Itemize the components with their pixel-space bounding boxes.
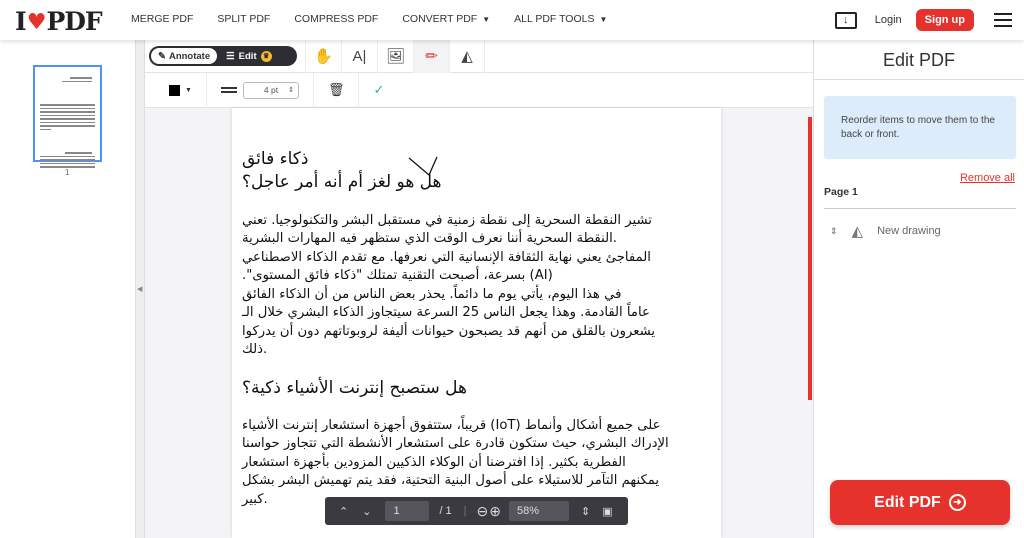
doc-paragraph-line: .النقطة السحرية أننا نعرف الوقت الذي ستظ… (242, 231, 617, 246)
caret-down-icon: ▼ (482, 15, 491, 24)
fit-height-icon[interactable]: ⇕ (581, 505, 590, 518)
text-tool-icon[interactable]: A| (341, 39, 377, 73)
shapes-tool-icon[interactable]: ◭ (449, 39, 485, 73)
caret-down-icon: ▼ (185, 86, 192, 94)
nav-compress-pdf[interactable]: COMPRESS PDF (294, 13, 378, 25)
edit-pdf-button[interactable]: Edit PDF ➜ (830, 480, 1010, 525)
doc-paragraph-line: الإدراك البشري، حيث ستكون قادرة على استش… (242, 436, 669, 451)
nav-convert-label: CONVERT PDF (402, 13, 478, 25)
drawn-stroke[interactable] (407, 153, 467, 193)
zoom-level-input[interactable]: 58% (509, 501, 569, 521)
page-thumbnails-sidebar: 1 (0, 40, 136, 538)
stepper-icon[interactable]: ⇕ (288, 86, 294, 94)
doc-paragraph-line: عاماً القادمة. وهذا يجعل الناس 25 السرعة… (242, 305, 650, 320)
edit-pdf-button-label: Edit PDF (874, 493, 941, 511)
shapes-icon: ◭ (851, 223, 864, 240)
zoom-out-icon[interactable]: ⊖ (477, 503, 489, 520)
pdf-page[interactable]: ذكاء فائق هل هو لغز أم أنه أمر عاجل؟ تشي… (232, 108, 721, 538)
confirm-check-icon[interactable]: ✓ (359, 73, 398, 108)
edit-mode-button[interactable]: ☰ Edit ♛ (218, 50, 272, 62)
drawing-options-toolbar: ▼ 4 pt ⇕ 🗑 ✓ (145, 72, 813, 108)
main-nav: MERGE PDF SPLIT PDF COMPRESS PDF CONVERT… (131, 13, 631, 25)
page-total: / 1 (439, 505, 452, 517)
doc-paragraph-line: على جميع أشكال وأنماط (IoT) قريباً، ستتف… (242, 418, 661, 433)
stroke-width-control: 4 pt ⇕ (207, 72, 314, 108)
nav-all-tools-label: ALL PDF TOOLS (514, 13, 595, 25)
stroke-width-icon (220, 85, 237, 95)
doc-title-line: ذكاء فائق (242, 149, 309, 169)
doc-paragraph-line: .كبير (242, 492, 268, 507)
page-number-value: 1 (393, 505, 400, 517)
edit-lines-icon: ☰ (226, 50, 235, 62)
hand-tool-icon[interactable]: ✋ (305, 39, 341, 73)
arrow-right-circle-icon: ➜ (948, 494, 966, 511)
zoom-value: 58% (517, 505, 540, 517)
page-thumbnail[interactable] (33, 65, 102, 168)
page-navigation-bar: ⌃ ⌄ 1 / 1 | ⊖ ⊕ 58% ⇕ ▣ (325, 497, 628, 525)
ilovepdf-logo[interactable]: I ♥ PDF (15, 7, 103, 36)
doc-paragraph-line: يمكنهم التآمر للاستيلاء على أصول البنية … (242, 473, 660, 488)
editor-area: ✎ Annotate ☰ Edit ♛ ✋ A| 🖼 ✏ ◭ ▼ 4 pt ⇕ 🗑 ✓ … (145, 39, 813, 538)
layer-item[interactable]: ⇕ ◭ New drawing (830, 222, 941, 240)
signup-button[interactable]: Sign up (915, 9, 974, 31)
drag-handle-icon[interactable]: ⇕ (830, 226, 838, 237)
vertical-scrollbar[interactable] (808, 117, 812, 400)
doc-paragraph-line: (AI) بسرعة، أصبحت التقنية تمتلك "ذكاء فا… (242, 268, 553, 283)
color-picker[interactable]: ▼ (145, 72, 207, 108)
edit-label: Edit (238, 50, 257, 62)
collapse-arrow-icon: ◀ (137, 286, 143, 293)
desktop-download-icon[interactable]: ↓ (834, 11, 857, 29)
top-header: I ♥ PDF MERGE PDF SPLIT PDF COMPRESS PDF C… (0, 0, 1024, 40)
doc-paragraph-line: يشعرون بالقلق من أنهم قد يصبحون حيوانات … (242, 324, 656, 339)
annotate-mode-button[interactable]: ✎ Annotate (150, 47, 219, 65)
doc-paragraph-line: الفطرية بكثير. إذا افترضنا أن الوكلاء ال… (242, 455, 626, 470)
page-label: Page 1 (824, 186, 858, 198)
stroke-width-value: 4 pt (263, 85, 279, 95)
previous-page-icon[interactable]: ⌃ (339, 505, 348, 518)
image-tool-icon[interactable]: 🖼 (377, 39, 413, 73)
panel-title: Edit PDF (814, 40, 1024, 80)
doc-paragraph-line: في هذا اليوم، يأتي يوم ما دائماً. يحذر ب… (242, 287, 622, 302)
doc-paragraph-line: تشير النقطة السحرية إلى نقطة زمنية في مس… (242, 213, 652, 228)
divider (824, 208, 1016, 209)
doc-paragraph-line: المفاجئ يعني نهاية الثقافة الإنسانية الت… (242, 250, 651, 265)
divider: | (463, 505, 467, 517)
info-box: Reorder items to move them to the back o… (824, 96, 1016, 159)
doc-heading: هل ستصبح إنترنت الأشياء ذكية؟ (242, 378, 467, 398)
sidebar-collapse-handle[interactable]: ◀ (136, 40, 145, 538)
annotate-label: Annotate (168, 50, 211, 62)
edit-panel: Edit PDF Reorder items to move them to t… (813, 40, 1024, 538)
caret-down-icon: ▼ (599, 15, 608, 24)
doc-paragraph-line: .ذلك (242, 342, 268, 357)
page-number-input[interactable]: 1 (385, 501, 430, 521)
layer-item-label: New drawing (877, 225, 941, 237)
draw-pen-icon[interactable]: ✏ (413, 39, 449, 73)
nav-all-tools[interactable]: ALL PDF TOOLS ▼ (514, 13, 607, 25)
nav-merge-pdf[interactable]: MERGE PDF (131, 13, 193, 25)
color-swatch (169, 84, 180, 96)
premium-crown-icon: ♛ (260, 50, 272, 62)
next-page-icon[interactable]: ⌄ (362, 505, 371, 518)
zoom-in-icon[interactable]: ⊕ (489, 503, 501, 520)
nav-split-pdf[interactable]: SPLIT PDF (217, 13, 270, 25)
menu-icon[interactable] (994, 9, 1012, 31)
nav-convert-pdf[interactable]: CONVERT PDF ▼ (402, 13, 490, 25)
tools-toolbar: ✎ Annotate ☰ Edit ♛ ✋ A| 🖼 ✏ ◭ (145, 39, 813, 73)
page-settings-icon[interactable]: ▣ (602, 505, 612, 518)
delete-icon[interactable]: 🗑 (314, 72, 360, 108)
mode-toggle: ✎ Annotate ☰ Edit ♛ (149, 46, 297, 66)
pencil-icon: ✎ (158, 50, 166, 62)
login-link[interactable]: Login (875, 14, 902, 26)
remove-all-link[interactable]: Remove all (960, 172, 1015, 184)
stroke-width-input[interactable]: 4 pt ⇕ (242, 81, 299, 99)
thumbnail-page-number: 1 (65, 168, 70, 177)
